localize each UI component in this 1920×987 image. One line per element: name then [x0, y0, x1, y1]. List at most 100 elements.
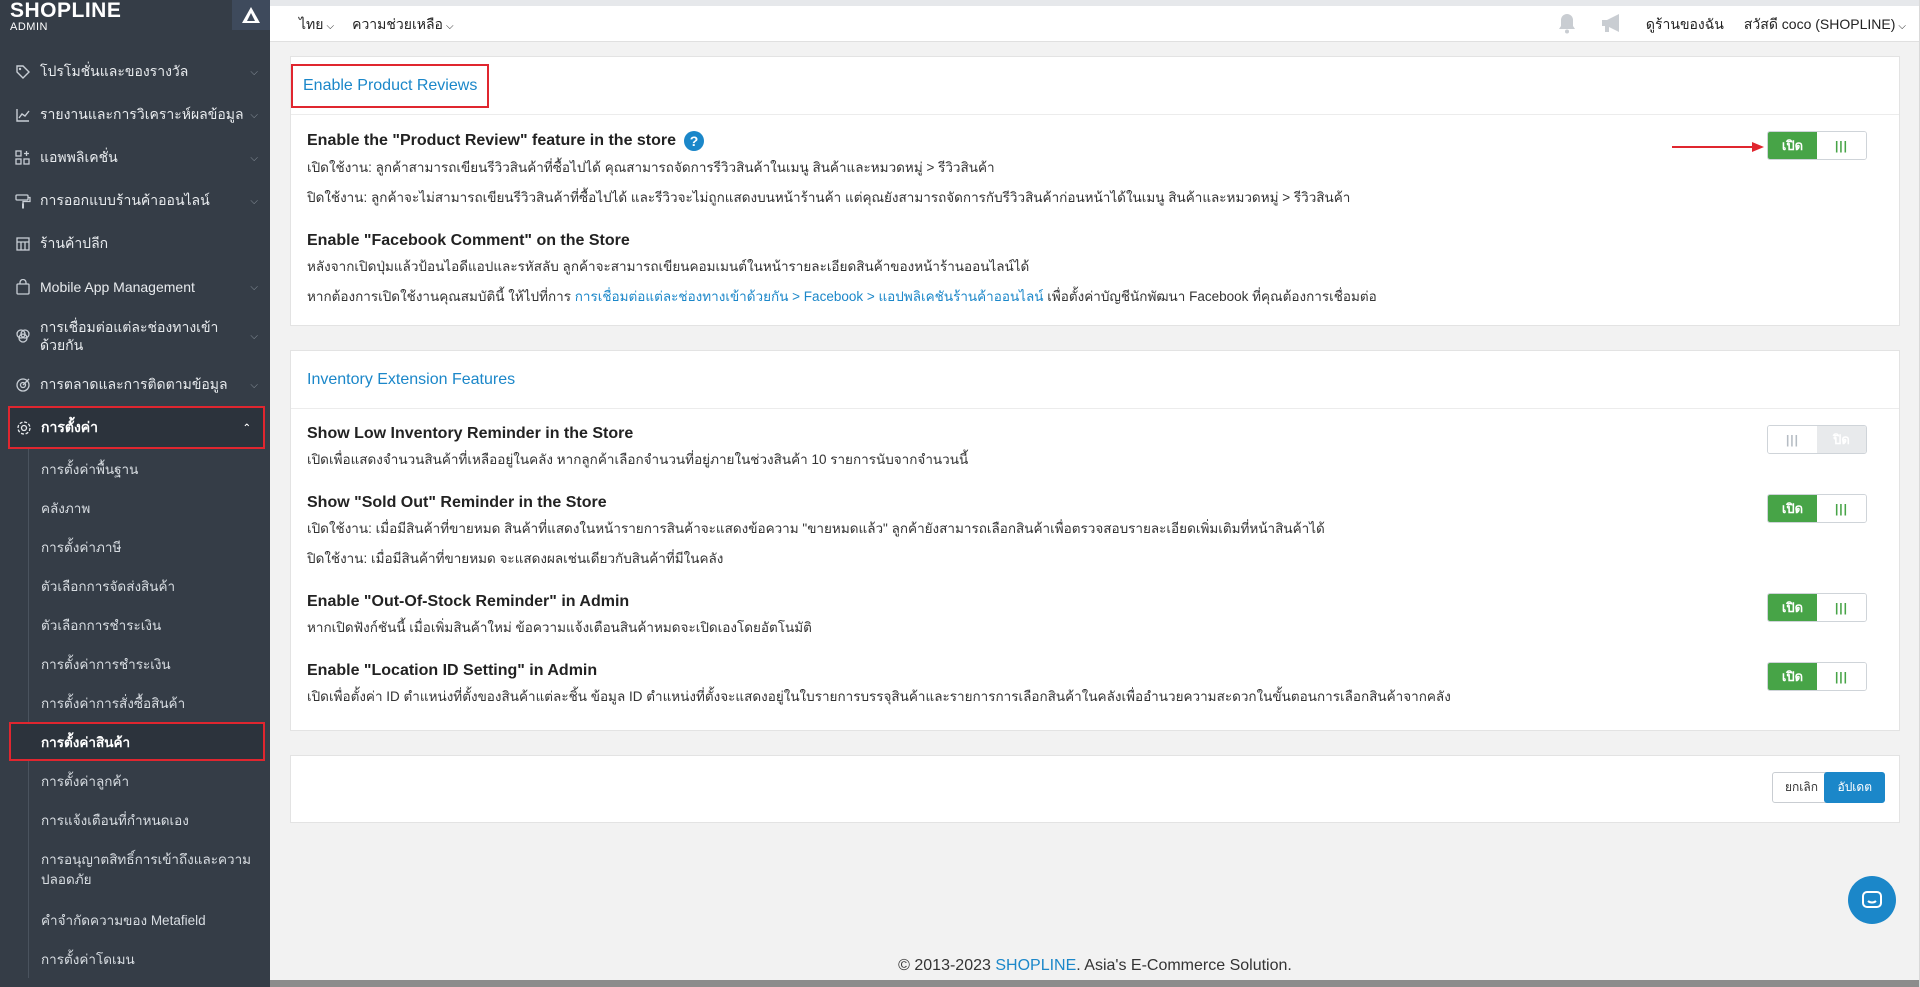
update-button[interactable]: อัปเดต	[1824, 772, 1885, 803]
toggle-on-label: เปิด	[1768, 663, 1817, 690]
sidebar-item-label: Mobile App Management	[40, 278, 195, 295]
low-inventory-toggle[interactable]: ||| ปิด	[1767, 425, 1867, 454]
footer-text: . Asia's E-Commerce Solution.	[1076, 957, 1292, 974]
submenu-item-domain[interactable]: การตั้งค่าโดเมน	[29, 939, 270, 978]
main-content: Enable Product Reviews Enable the "Produ…	[290, 56, 1900, 847]
chevron-down-icon: ⌵	[250, 330, 258, 342]
setting-out-of-stock: Enable "Out-Of-Stock Reminder" in Admin …	[307, 593, 1883, 636]
help-icon[interactable]: ?	[684, 131, 705, 151]
top-bar: ไทย ⌵ ความช่วยเหลือ ⌵ ดูร้านของฉัน สวัสดี …	[270, 0, 1920, 42]
apps-icon	[14, 149, 32, 167]
sidebar-item-store-design[interactable]: การออกแบบร้านค้าออนไลน์ ⌵	[0, 179, 270, 222]
submenu-item-payment-options[interactable]: ตัวเลือกการชำระเงิน	[29, 605, 270, 644]
footer-brand-link[interactable]: SHOPLINE	[995, 957, 1076, 974]
out-of-stock-toggle[interactable]: เปิด |||	[1767, 593, 1867, 622]
facebook-app-link[interactable]: การเชื่อมต่อแต่ละช่องทางเข้าด้วยกัน > Fa…	[575, 289, 1044, 304]
chevron-up-icon: ⌃	[242, 422, 251, 434]
toggle-grip-icon: |||	[1817, 132, 1866, 159]
setting-title: Enable "Out-Of-Stock Reminder" in Admin	[307, 593, 630, 610]
actions-card: ยกเลิก อัปเดต	[290, 755, 1900, 823]
setting-description: เปิดใช้งาน: ลูกค้าสามารถเขียนรีวิวสินค้า…	[307, 160, 995, 175]
sidebar-item-retail[interactable]: ร้านค้าปลีก	[0, 222, 270, 265]
logo[interactable]: SHOPLINE ADMIN	[0, 0, 270, 44]
submenu-item-delivery[interactable]: ตัวเลือกการจัดส่งสินค้า	[29, 566, 270, 605]
chat-button[interactable]	[1848, 876, 1896, 924]
chat-icon	[1862, 891, 1882, 908]
setting-title: Show "Sold Out" Reminder in the Store	[307, 494, 607, 511]
brand-name: SHOPLINE	[10, 0, 122, 22]
sidebar-item-label: รายงานและการวิเคราะห์ผลข้อมูล	[40, 105, 244, 122]
submenu-item-tax[interactable]: การตั้งค่าภาษี	[29, 527, 270, 566]
chevron-down-icon: ⌵	[250, 379, 258, 391]
language-dropdown[interactable]: ไทย ⌵	[299, 14, 334, 36]
sidebar: SHOPLINE ADMIN โปรโมชั่นและของรางวัล ⌵ ร…	[0, 0, 270, 987]
user-greeting: สวัสดี coco (SHOPLINE)	[1743, 16, 1896, 32]
submenu-item-metafield[interactable]: คำจำกัดความของ Metafield	[29, 900, 270, 939]
bell-icon[interactable]	[1554, 12, 1580, 34]
sidebar-item-label: การตลาดและการติดตามข้อมูล	[40, 375, 228, 392]
sold-out-toggle[interactable]: เปิด |||	[1767, 494, 1867, 523]
language-label: ไทย	[299, 16, 324, 32]
sidebar-item-apps[interactable]: แอพพลิเคชั่น ⌵	[0, 136, 270, 179]
location-id-toggle[interactable]: เปิด |||	[1767, 662, 1867, 691]
setting-sold-out: Show "Sold Out" Reminder in the Store เป…	[307, 494, 1883, 567]
gear-icon	[15, 419, 33, 437]
submenu-item-payment-settings[interactable]: การตั้งค่าการชำระเงิน	[29, 644, 270, 683]
text-segment: เพื่อตั้งค่าบัญชีนักพัฒนา Facebook ที่คุ…	[1043, 289, 1377, 304]
highlight-box: Enable Product Reviews	[291, 63, 490, 108]
setting-description: หลังจากเปิดปุ่มแล้วป้อนไอดีแอปและรหัสลับ…	[307, 259, 1030, 274]
help-dropdown[interactable]: ความช่วยเหลือ ⌵	[352, 14, 453, 36]
sidebar-item-label: การเชื่อมต่อแต่ละช่องทางเข้าด้วยกัน	[40, 318, 219, 353]
setting-description: เปิดใช้งาน: เมื่อมีสินค้าที่ขายหมด สินค้…	[307, 521, 1325, 536]
product-reviews-card: Enable Product Reviews Enable the "Produ…	[290, 56, 1900, 326]
sidebar-item-label: โปรโมชั่นและของรางวัล	[40, 62, 189, 79]
toggle-grip-icon: |||	[1817, 663, 1866, 690]
submenu-item-order-settings[interactable]: การตั้งค่าการสั่งซื้อสินค้า	[29, 683, 270, 722]
submenu-item-product-settings[interactable]: การตั้งค่าสินค้า	[9, 722, 265, 761]
sidebar-collapse-button[interactable]	[232, 0, 270, 30]
setting-title: Enable the "Product Review" feature in t…	[307, 132, 677, 149]
view-store-link[interactable]: ดูร้านของฉัน	[1646, 14, 1724, 36]
chevron-down-icon: ⌵	[250, 109, 258, 121]
text-segment: หากต้องการเปิดใช้งานคุณสมบัตินี้ ให้ไปที…	[307, 289, 575, 304]
chevron-down-icon: ⌵	[326, 21, 335, 32]
help-label: ความช่วยเหลือ	[352, 16, 443, 32]
submenu-item-media[interactable]: คลังภาพ	[29, 488, 270, 527]
setting-description: เปิดเพื่อแสดงจำนวนสินค้าที่เหลืออยู่ในคล…	[307, 452, 969, 467]
settings-submenu: การตั้งค่าพื้นฐาน คลังภาพ การตั้งค่าภาษี…	[9, 449, 270, 978]
sidebar-item-promotions[interactable]: โปรโมชั่นและของรางวัล ⌵	[0, 50, 270, 93]
submenu-item-custom-notifications[interactable]: การแจ้งเตือนที่กำหนดเอง	[29, 800, 270, 839]
cancel-button[interactable]: ยกเลิก	[1771, 772, 1831, 803]
toggle-grip-icon: |||	[1817, 495, 1866, 522]
setting-description: หากต้องการเปิดใช้งานคุณสมบัตินี้ ให้ไปที…	[307, 288, 1733, 305]
chevron-down-icon: ⌵	[250, 281, 258, 293]
sidebar-item-mobile-app[interactable]: Mobile App Management ⌵	[0, 265, 270, 308]
sidebar-item-marketing[interactable]: การตลาดและการติดตามข้อมูล ⌵	[0, 363, 270, 406]
sidebar-item-channels[interactable]: การเชื่อมต่อแต่ละช่องทางเข้าด้วยกัน ⌵	[0, 308, 270, 363]
chevron-down-icon: ⌵	[1898, 21, 1906, 32]
footer: © 2013-2023 SHOPLINE. Asia's E-Commerce …	[270, 957, 1920, 975]
submenu-item-permissions[interactable]: การอนุญาตสิทธิ์การเข้าถึงและความปลอดภัย	[29, 839, 270, 900]
store-icon	[14, 235, 32, 253]
setting-description: หากเปิดฟังก์ชันนี้ เมื่อเพิ่มสินค้าใหม่ …	[307, 620, 812, 635]
toggle-grip-icon: |||	[1768, 426, 1817, 453]
setting-location-id: Enable "Location ID Setting" in Admin เป…	[307, 662, 1883, 705]
setting-title: Enable "Location ID Setting" in Admin	[307, 662, 598, 679]
submenu-item-customer-settings[interactable]: การตั้งค่าลูกค้า	[29, 761, 270, 800]
card-title: Inventory Extension Features	[307, 370, 516, 388]
sidebar-item-reports[interactable]: รายงานและการวิเคราะห์ผลข้อมูล ⌵	[0, 93, 270, 136]
setting-description: ปิดใช้งาน: ลูกค้าจะไม่สามารถเขียนรีวิวสิ…	[307, 190, 1351, 205]
sidebar-item-settings[interactable]: การตั้งค่า ⌃	[8, 406, 265, 449]
user-menu[interactable]: สวัสดี coco (SHOPLINE) ⌵	[1744, 14, 1906, 36]
chevron-down-icon: ⌵	[445, 21, 454, 32]
product-review-toggle[interactable]: เปิด |||	[1767, 131, 1867, 160]
chevron-down-icon: ⌵	[250, 152, 258, 164]
setting-product-review: Enable the "Product Review" feature in t…	[307, 131, 1883, 206]
sidebar-item-label: แอพพลิเคชั่น	[40, 148, 118, 165]
setting-title: Enable "Facebook Comment" on the Store	[307, 232, 630, 249]
submenu-item-basic[interactable]: การตั้งค่าพื้นฐาน	[29, 449, 270, 488]
bag-icon	[14, 278, 32, 296]
megaphone-icon[interactable]	[1600, 12, 1626, 34]
chevron-down-icon: ⌵	[250, 195, 258, 207]
sidebar-item-label: การตั้งค่า	[41, 418, 99, 435]
